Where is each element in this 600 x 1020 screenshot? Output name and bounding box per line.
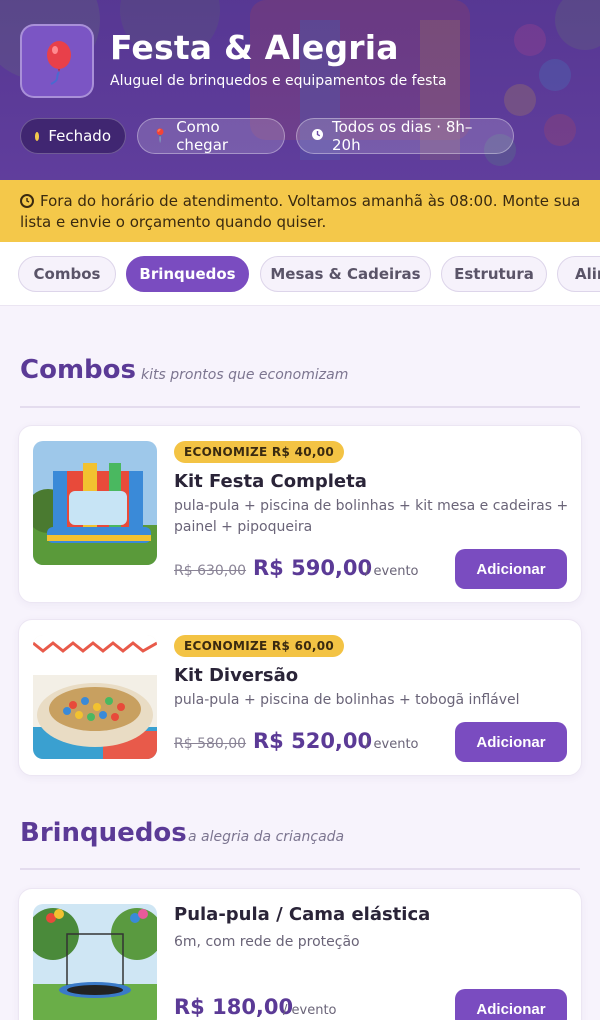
directions-button[interactable]: 📍 Como chegar xyxy=(137,118,285,154)
product-image xyxy=(33,441,157,565)
status-dot-icon xyxy=(35,131,40,141)
product-price: R$ 520,00 xyxy=(253,729,373,753)
tab-alimentacao[interactable]: Alim xyxy=(557,256,600,292)
discount-badge: ECONOMIZE R$ 40,00 xyxy=(174,441,345,463)
banner-text: Fora do horário de atendimento. Voltamos… xyxy=(20,192,581,231)
section-subtitle-brinquedos: a alegria da criançada xyxy=(188,829,345,845)
app-title: Festa & Alegria xyxy=(110,28,399,67)
product-description: pula-pula + piscina de bolinhas + kit me… xyxy=(174,498,569,535)
old-price: R$ 630,00 xyxy=(174,563,247,579)
add-button[interactable]: Adicionar xyxy=(455,722,567,762)
map-pin-icon: 📍 xyxy=(152,128,169,144)
tab-estrutura[interactable]: Estrutura xyxy=(441,256,547,292)
logo xyxy=(20,24,94,98)
price-unit: / evento xyxy=(365,564,419,579)
hours-chip[interactable]: Todos os dias · 8h–20h xyxy=(296,118,514,154)
status-label: Fechado xyxy=(48,127,111,145)
product-name: Kit Diversão xyxy=(174,665,299,686)
category-tabs: Combos Brinquedos Mesas & Cadeiras Estru… xyxy=(0,242,600,306)
clock-icon xyxy=(311,128,324,145)
section-subtitle-combos: kits prontos que economizam xyxy=(141,367,349,383)
product-description: pula-pula + piscina de bolinhas + tobogã… xyxy=(174,692,520,708)
product-card[interactable]: Pula-pula / Cama elástica 6m, com rede d… xyxy=(18,888,582,1020)
product-name: Kit Festa Completa xyxy=(174,471,367,492)
divider xyxy=(20,406,580,408)
app-subtitle: Aluguel de brinquedos e equipamentos de … xyxy=(110,73,447,89)
add-button[interactable]: Adicionar xyxy=(455,549,567,589)
product-card[interactable]: ECONOMIZE R$ 40,00 Kit Festa Completa pu… xyxy=(18,425,582,603)
header-hero: Festa & Alegria Aluguel de brinquedos e … xyxy=(0,0,600,180)
add-button[interactable]: Adicionar xyxy=(455,989,567,1020)
product-image xyxy=(33,904,157,1020)
tab-brinquedos[interactable]: Brinquedos xyxy=(126,256,249,292)
price-unit: / evento xyxy=(365,737,419,752)
discount-badge: ECONOMIZE R$ 60,00 xyxy=(174,635,345,657)
section-title-combos: Combos xyxy=(20,355,136,385)
tab-mesas-cadeiras[interactable]: Mesas & Cadeiras xyxy=(260,256,431,292)
product-price: R$ 590,00 xyxy=(253,556,373,580)
product-card[interactable]: ECONOMIZE R$ 60,00 Kit Diversão pula-pul… xyxy=(18,619,582,776)
divider xyxy=(20,868,580,870)
section-title-brinquedos: Brinquedos xyxy=(20,818,187,848)
clock-icon xyxy=(20,194,34,208)
balloon-icon xyxy=(47,41,71,85)
directions-label: Como chegar xyxy=(176,118,229,154)
product-description: 6m, com rede de proteção xyxy=(174,934,360,950)
price-unit: / evento xyxy=(283,1003,337,1018)
product-price: R$ 180,00 xyxy=(174,995,294,1019)
tab-combos[interactable]: Combos xyxy=(18,256,116,292)
hours-label: Todos os dias · 8h–20h xyxy=(332,118,473,154)
closed-banner: Fora do horário de atendimento. Voltamos… xyxy=(0,180,600,242)
product-name: Pula-pula / Cama elástica xyxy=(174,904,431,925)
product-image xyxy=(33,635,157,759)
old-price: R$ 580,00 xyxy=(174,736,247,752)
status-chip[interactable]: Fechado xyxy=(20,118,126,154)
